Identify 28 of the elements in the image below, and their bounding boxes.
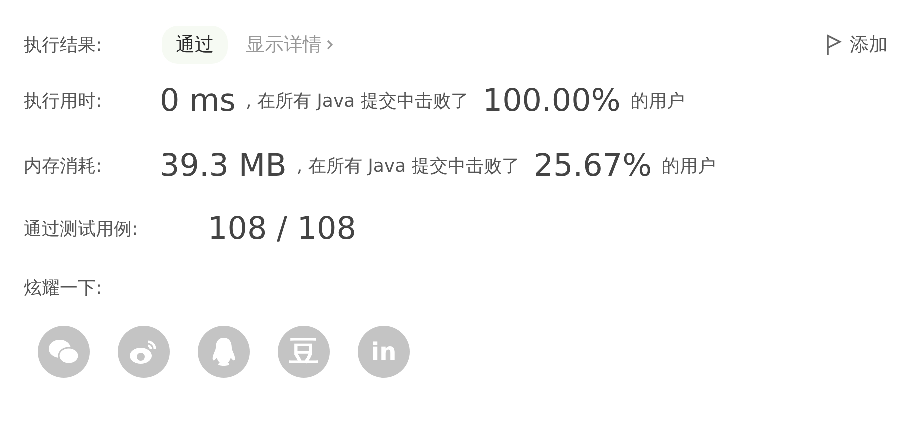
users-text: 的用户: [630, 90, 685, 113]
share-button[interactable]: [118, 326, 170, 378]
test-cases-label: 通过测试用例:: [24, 218, 140, 241]
memory-value: 39.3 MB: [160, 148, 287, 184]
users-text: 的用户: [662, 155, 716, 178]
time-label: 执行用时:: [24, 90, 104, 113]
status-badge: 通过: [162, 26, 228, 64]
share-button[interactable]: 豆: [278, 326, 330, 378]
percent-value: 25.67%: [534, 148, 652, 184]
runtime-value: 0 ms: [160, 83, 236, 119]
chat-bubbles-icon: [48, 338, 80, 366]
flag-icon: [826, 34, 842, 56]
share-button[interactable]: [198, 326, 250, 378]
douban-logo: 豆: [289, 334, 319, 372]
beat-text: , 在所有 Java 提交中击败了: [246, 90, 469, 113]
add-button[interactable]: 添加: [826, 32, 888, 58]
details-link[interactable]: 显示详情: [246, 32, 334, 58]
linkedin-logo: in: [371, 338, 397, 366]
memory-label: 内存消耗:: [24, 155, 104, 178]
share-button[interactable]: [38, 326, 90, 378]
percent-value: 100.00%: [482, 83, 621, 119]
chevron-right-icon: [326, 39, 334, 51]
penguin-icon: [211, 336, 237, 368]
test-cases-value: 108 / 108: [208, 211, 356, 247]
result-label: 执行结果:: [24, 34, 104, 57]
share-button[interactable]: in: [358, 326, 410, 378]
beat-text: , 在所有 Java 提交中击败了: [296, 155, 520, 178]
share-label: 炫耀一下:: [24, 277, 102, 300]
